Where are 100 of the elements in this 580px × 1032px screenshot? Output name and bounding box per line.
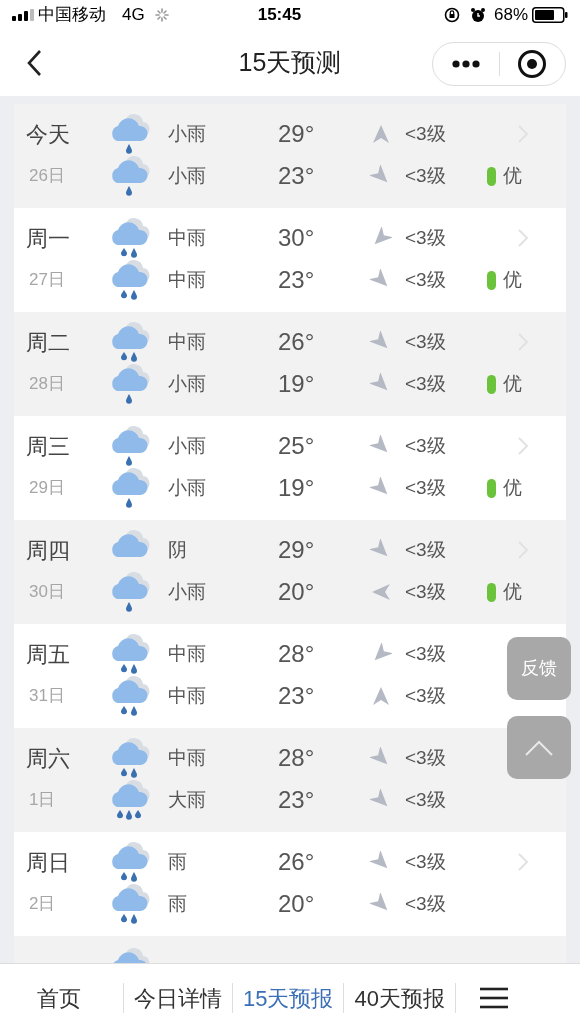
chevron-icon — [517, 228, 529, 248]
weekday-label: 周一 — [26, 224, 70, 253]
up-chevron-icon — [524, 739, 554, 756]
weekday-label: 周四 — [26, 536, 70, 565]
weekday-label: 周日 — [26, 848, 70, 877]
wind-level: <3级 — [405, 267, 447, 292]
forecast-row[interactable]: 周六 1日 中雨 28° <3级 大雨 23° <3级 — [14, 728, 566, 832]
back-chevron-icon — [26, 49, 42, 77]
weather-condition: 小雨 — [168, 475, 207, 500]
weather-condition: 中雨 — [168, 267, 207, 292]
forecast-row[interactable]: 周三 29日 小雨 25° <3级 小雨 19° <3级 优 — [14, 416, 566, 520]
temperature: 23° — [278, 161, 316, 191]
alarm-icon — [469, 7, 486, 23]
weather-condition: 小雨 — [168, 579, 207, 604]
wind-direction-icon — [370, 685, 392, 707]
air-quality-label: 优 — [503, 475, 522, 500]
date-label: 29日 — [29, 477, 65, 500]
chevron-icon — [517, 436, 529, 456]
weather-condition: 中雨 — [168, 641, 207, 666]
nav-tab[interactable]: 40天预报 — [344, 976, 455, 1020]
weather-condition: 中雨 — [168, 683, 207, 708]
weather-condition: 雨 — [168, 849, 188, 874]
wind-direction-icon — [370, 581, 392, 603]
wind-level: <3级 — [405, 121, 447, 146]
air-quality-label: 优 — [503, 371, 522, 396]
weather-condition: 中雨 — [168, 329, 207, 354]
weather-condition: 中雨 — [168, 225, 207, 250]
chevron-icon — [517, 852, 529, 872]
menu-icon — [478, 987, 509, 1009]
temperature: 19° — [278, 473, 316, 503]
wind-level: <3级 — [405, 579, 447, 604]
temperature: 23° — [278, 265, 316, 295]
wind-level: <3级 — [405, 683, 447, 708]
clock-time: 15:45 — [257, 4, 302, 27]
weather-condition: 雨 — [168, 891, 188, 916]
forecast-row[interactable]: 周四 30日 阴 29° <3级 小雨 20° <3级 优 — [14, 520, 566, 624]
page-title: 15天预测 — [237, 47, 343, 79]
forecast-row[interactable]: 周二 28日 中雨 26° <3级 小雨 19° <3级 优 — [14, 312, 566, 416]
wind-level: <3级 — [405, 641, 447, 666]
temperature: 29° — [278, 535, 316, 565]
weather-condition: 小雨 — [168, 121, 207, 146]
air-quality-label: 优 — [503, 267, 522, 292]
loading-icon — [154, 8, 169, 22]
forecast-row[interactable]: 今天 26日 小雨 29° <3级 小雨 23° <3级 优 — [14, 104, 566, 208]
weather-condition: 中雨 — [168, 745, 207, 770]
weather-condition: 阴 — [168, 537, 188, 562]
date-label: 31日 — [29, 685, 65, 708]
wind-level: <3级 — [405, 745, 447, 770]
temperature: 30° — [278, 223, 316, 253]
temperature: 28° — [278, 639, 316, 669]
forecast-row[interactable]: 周一 27日 中雨 30° <3级 中雨 23° <3级 优 — [14, 208, 566, 312]
wind-level: <3级 — [405, 163, 447, 188]
weather-condition: 小雨 — [168, 433, 207, 458]
temperature: 20° — [278, 889, 316, 919]
air-quality-label: 优 — [503, 163, 522, 188]
wind-level: <3级 — [405, 475, 447, 500]
wind-level: <3级 — [405, 329, 447, 354]
date-label: 1日 — [29, 789, 56, 812]
nav-tab[interactable]: 首页 — [20, 976, 123, 1020]
weekday-label: 周二 — [26, 328, 70, 357]
temperature: 23° — [278, 785, 316, 815]
temperature: 25° — [278, 431, 316, 461]
carrier-name: 中国移动 — [38, 4, 106, 27]
temperature: 20° — [278, 577, 316, 607]
date-label: 2日 — [29, 893, 56, 916]
weekday-label: 周五 — [26, 640, 70, 669]
wind-level: <3级 — [405, 891, 447, 916]
more-dots-icon — [451, 60, 480, 68]
wind-direction-icon — [370, 123, 392, 145]
air-quality-label: 优 — [503, 579, 522, 604]
wind-level: <3级 — [405, 433, 447, 458]
nav-tab[interactable]: 今日详情 — [124, 976, 232, 1020]
network-type: 4G — [122, 4, 145, 27]
temperature: 19° — [278, 369, 316, 399]
date-label: 26日 — [29, 165, 65, 188]
target-circle-icon — [517, 49, 548, 79]
wind-level: <3级 — [405, 371, 447, 396]
forecast-row[interactable]: 周日 2日 雨 26° <3级 雨 20° <3级 — [14, 832, 566, 936]
wind-level: <3级 — [405, 537, 447, 562]
signal-icon — [12, 9, 34, 21]
weather-condition: 大雨 — [168, 787, 207, 812]
battery-percent: 68% — [493, 4, 528, 27]
wind-level: <3级 — [405, 787, 447, 812]
rotation-lock-icon — [443, 7, 460, 23]
temperature: 26° — [278, 847, 316, 877]
temperature: 23° — [278, 681, 316, 711]
temperature: 29° — [278, 119, 316, 149]
wind-level: <3级 — [405, 849, 447, 874]
battery-icon — [532, 7, 568, 23]
date-label: 27日 — [29, 269, 65, 292]
weather-condition: 小雨 — [168, 163, 207, 188]
nav-tab[interactable]: 15天预报 — [233, 976, 344, 1020]
weather-condition: 小雨 — [168, 371, 207, 396]
date-label: 30日 — [29, 581, 65, 604]
wind-level: <3级 — [405, 225, 447, 250]
temperature: 28° — [278, 743, 316, 773]
weekday-label: 周三 — [26, 432, 70, 461]
date-label: 28日 — [29, 373, 65, 396]
weekday-label: 今天 — [26, 120, 70, 149]
temperature: 26° — [278, 327, 316, 357]
